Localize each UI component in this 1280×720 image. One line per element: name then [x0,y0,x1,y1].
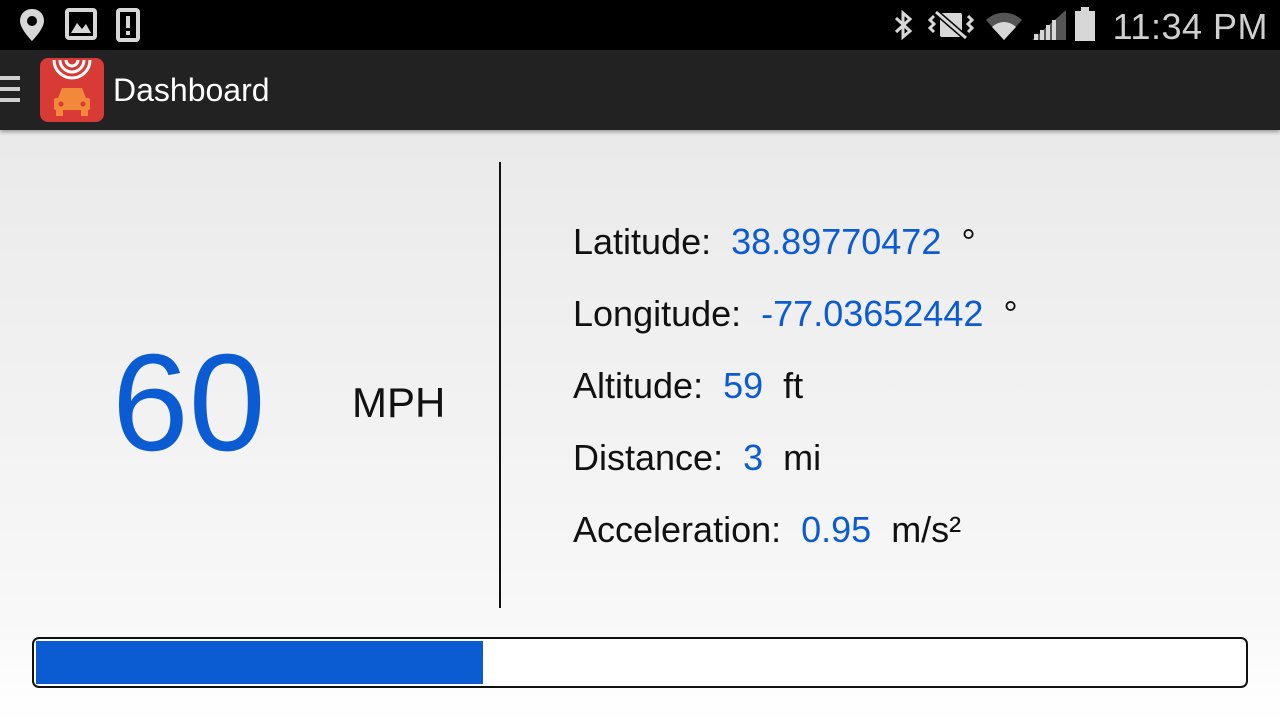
speed-value: 60 [112,326,266,480]
app-title: Dashboard [113,72,270,108]
location-icon [20,9,44,41]
status-clock: 11:34 PM [1112,6,1268,47]
stat-unit: ft [783,365,804,406]
alert-icon [116,8,140,42]
stat-label: Acceleration: [573,509,782,550]
stats-panel: Latitude: 38.89770472 ° Longitude: -77.0365… [573,218,1018,578]
app-bar: Dashboard [0,50,1280,130]
speed-unit: MPH [352,379,446,426]
stat-label: Longitude: [573,293,742,334]
stat-value: 3 [743,437,764,478]
stat-unit: mi [783,437,822,478]
divider [499,162,501,608]
signal-icon [1032,10,1066,40]
longitude-row: Longitude: -77.03652442 ° [573,290,1018,362]
stat-value: -77.03652442 [761,293,984,334]
image-icon [65,8,97,40]
wifi-icon [986,12,1022,41]
battery-icon [1075,7,1095,41]
stat-unit: m/s² [891,509,962,550]
stat-label: Altitude: [573,365,704,406]
progress-bar [32,637,1248,688]
stat-label: Latitude: [573,221,712,262]
acceleration-row: Acceleration: 0.95 m/s² [573,506,1018,578]
stat-unit: ° [961,221,976,262]
distance-row: Distance: 3 mi [573,434,1018,506]
vibrate-icon [927,10,975,40]
stat-value: 0.95 [801,509,872,550]
bluetooth-icon [894,10,913,40]
status-right-icons: 11:34 PM [890,0,1280,50]
stat-value: 38.89770472 [731,221,942,262]
altitude-row: Altitude: 59 ft [573,362,1018,434]
car-radar-icon[interactable] [40,58,104,122]
stat-unit: ° [1003,293,1018,334]
progress-fill [36,641,483,684]
stat-label: Distance: [573,437,724,478]
stat-value: 59 [723,365,764,406]
latitude-row: Latitude: 38.89770472 ° [573,218,1018,290]
menu-icon[interactable] [0,76,20,106]
status-bar: 11:34 PM [0,0,1280,50]
